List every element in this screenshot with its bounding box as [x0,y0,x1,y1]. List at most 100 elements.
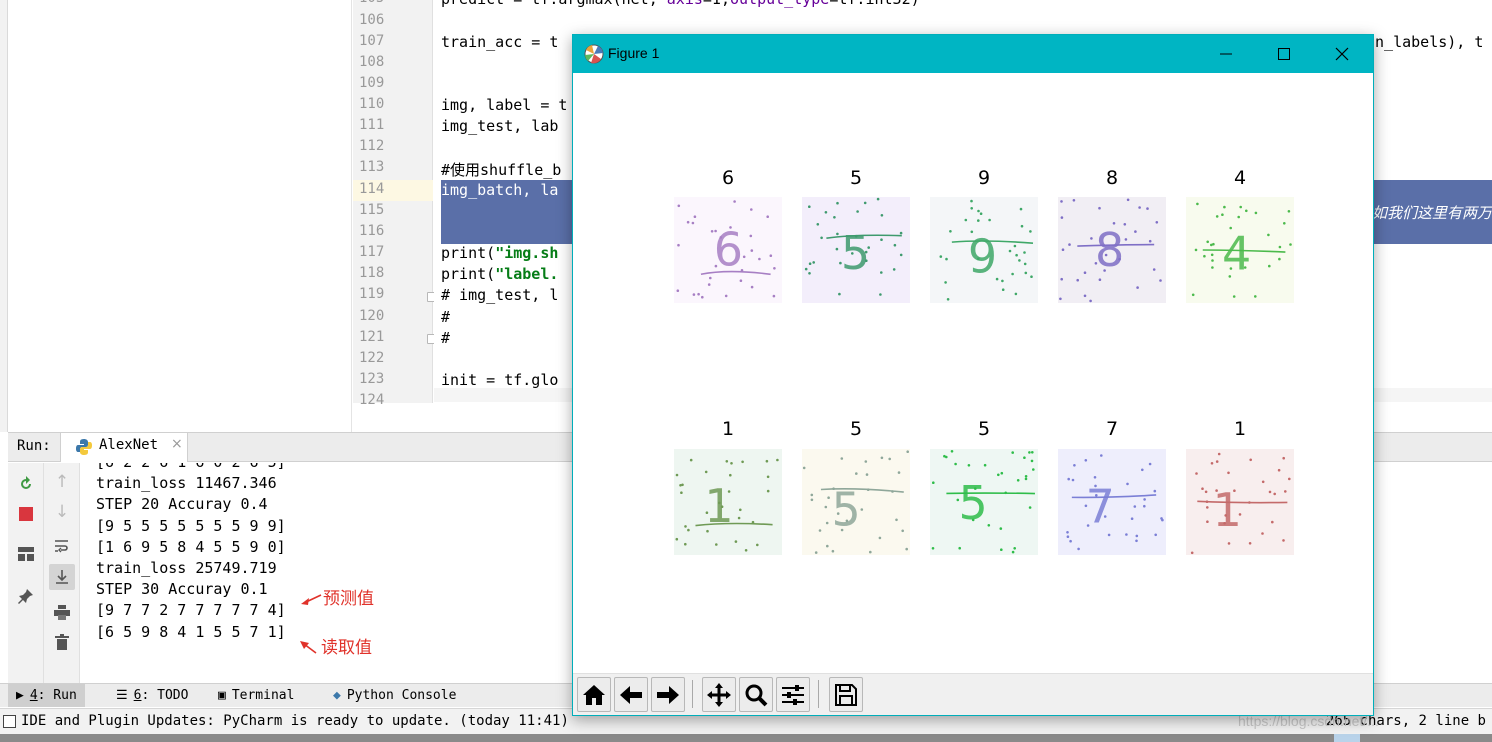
run-icon: ▶ [16,688,24,703]
code-line-107-right: in_labels), t [1366,33,1484,51]
back-arrow-icon[interactable] [614,677,648,712]
figure-window[interactable]: Figure 1 6 6 5 5 9 9 8 8 4 4 1 1 5 5 5 5 7 7 1 1 [572,34,1374,716]
annotation-read: 读取值 [321,638,372,658]
run-label: Run: [17,438,51,454]
line-number: 108 [359,54,385,70]
subplot-title: 1 [1233,418,1247,440]
console-line: train_loss 11467.346 [96,474,277,493]
console-line: [9 5 5 5 5 5 5 5 9 9] [96,516,286,535]
soft-wrap-icon[interactable] [49,533,75,559]
captcha-digit: 7 [1086,480,1115,534]
line-number: 116 [359,223,385,239]
tool-tab-run[interactable]: ▶ 4: Run [8,684,85,707]
close-button[interactable] [1313,35,1371,73]
status-window-icon[interactable] [3,715,16,728]
captcha-image: 5 [930,449,1038,555]
captcha-image: 4 [1186,197,1294,303]
annotation-predicted: 预测值 [323,589,374,609]
captcha-image: 1 [674,449,782,555]
code-line-113: #使用shuffle_b [441,161,562,179]
captcha-digit: 5 [831,483,860,537]
python-icon [76,439,92,455]
pan-icon[interactable] [702,677,736,712]
pin-icon[interactable] [13,583,39,609]
scroll-up-icon[interactable]: ↑ [49,469,75,495]
console-line: [6 2 2 6 1 6 0 2 6 5] [96,463,286,471]
captcha-digit: 5 [841,226,870,280]
run-tab-label: AlexNet [99,437,159,453]
captcha-image: 7 [1058,449,1166,555]
rerun-icon[interactable] [13,471,39,497]
captcha-digit: 9 [968,229,997,283]
left-tool-strip[interactable] [0,0,8,432]
configure-subplots-icon[interactable] [776,677,810,712]
code-line-118: print("label. [441,265,559,283]
captcha-digit: 4 [1222,226,1251,280]
captcha-digit: 1 [1213,483,1242,537]
subplot-title: 7 [1105,418,1119,440]
zoom-icon[interactable] [739,677,773,712]
code-line-117: print("img.sh [441,244,559,262]
line-number: 106 [359,12,385,28]
scroll-down-icon[interactable]: ↓ [49,499,75,525]
annotation-arrow-read [300,641,317,654]
run-toolbar-secondary: ↑ ↓ [44,463,80,683]
tool-tab-python-console[interactable]: ◆ Python Console [325,684,464,707]
figure-toolbar [573,673,1373,715]
captcha-image: 9 [930,197,1038,303]
forward-arrow-icon[interactable] [651,677,685,712]
figure-title: Figure 1 [608,45,660,61]
line-number: 109 [359,75,385,91]
save-icon[interactable] [829,677,863,712]
clear-all-icon[interactable] [49,629,75,655]
code-line-107: train_acc = t [441,33,559,51]
matplotlib-icon [584,44,604,64]
stop-icon[interactable] [13,501,39,527]
line-number: 118 [359,265,385,281]
captcha-image: 8 [1058,197,1166,303]
line-number: 110 [359,96,385,112]
captcha-image: 1 [1186,449,1294,555]
minimize-button[interactable] [1197,35,1255,73]
captcha-digit: 8 [1095,223,1124,277]
code-line-123: init = tf.glo [441,371,559,389]
subplot-title: 9 [977,167,991,189]
editor-gutter: 105 106 107 108 109 110 111 112 113 114 115 116 117 1… [353,0,437,408]
line-number: 124 [359,392,385,408]
code-line-114-right: 如我们这里有两万 [1371,204,1492,222]
figure-canvas[interactable]: 6 6 5 5 9 9 8 8 4 4 1 1 5 5 5 5 7 7 1 1 [573,73,1373,673]
captcha-digit: 6 [714,223,743,277]
print-icon[interactable] [49,599,75,625]
tool-tab-todo[interactable]: ☰ 6: TODO [108,684,196,707]
run-tab-alexnet[interactable]: AlexNet × [60,433,188,462]
line-number: 119 [359,286,385,302]
subplot-title: 5 [849,167,863,189]
taskbar-selection [1334,734,1360,742]
line-number: 122 [359,350,385,366]
captcha-image: 5 [802,449,910,555]
layout-icon[interactable] [13,541,39,567]
subplot-title: 6 [721,167,735,189]
close-tab-icon[interactable]: × [171,436,183,452]
code-line-111: img_test, lab [441,117,559,135]
figure-titlebar[interactable]: Figure 1 [573,35,1373,73]
status-message[interactable]: IDE and Plugin Updates: PyCharm is ready… [21,713,569,729]
home-icon[interactable] [577,677,611,712]
subplot-title: 1 [721,418,735,440]
code-line-120: # [441,308,451,326]
line-number: 105 [359,0,399,6]
tool-tab-terminal[interactable]: ▣ Terminal [210,684,302,707]
maximize-button[interactable] [1255,35,1313,73]
code-line-121: # [441,329,451,347]
captcha-digit: 5 [959,476,988,530]
captcha-image: 5 [802,197,910,303]
subplot-title: 5 [849,418,863,440]
console-line: STEP 30 Accuray 0.1 [96,580,268,599]
terminal-icon: ▣ [218,688,226,703]
code-line-114: img_batch, la [441,181,559,199]
list-icon: ☰ [116,688,128,703]
run-toolbar-primary [8,463,44,683]
scroll-to-end-icon[interactable] [49,564,75,590]
line-number: 120 [359,308,385,324]
line-number: 107 [359,33,385,49]
